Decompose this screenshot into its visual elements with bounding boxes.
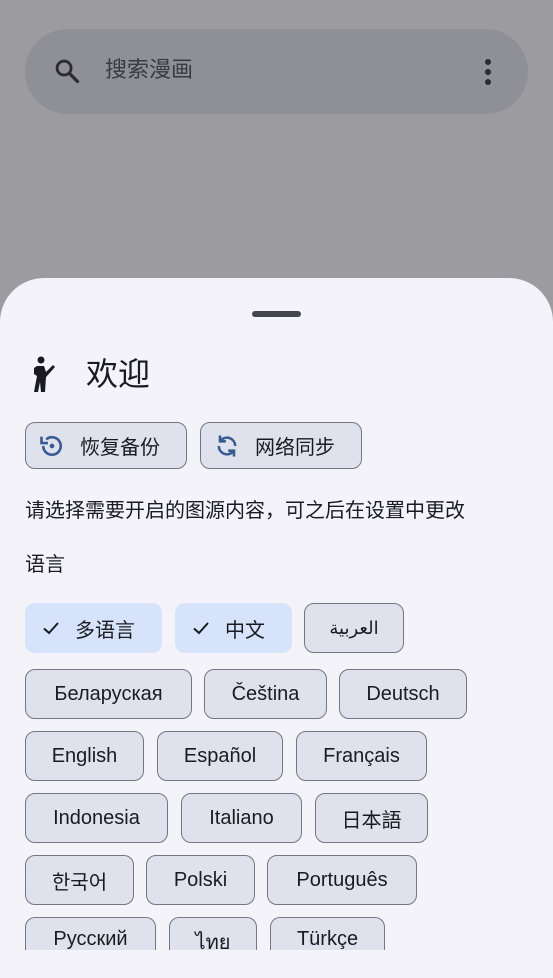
- language-chip-label: Русский: [53, 928, 128, 950]
- language-chip-spanish[interactable]: Español: [157, 731, 283, 781]
- language-chip-label: English: [51, 744, 118, 767]
- source-description: 请选择需要开启的图源内容，可之后在设置中更改: [25, 498, 465, 522]
- drag-handle[interactable]: [252, 311, 301, 317]
- language-chip-label: Français: [323, 744, 400, 767]
- check-icon: [193, 622, 209, 635]
- language-chip-italian[interactable]: Italiano: [181, 793, 302, 843]
- language-chip-portuguese[interactable]: Português: [267, 855, 417, 905]
- language-chip-multi[interactable]: 多语言: [25, 603, 162, 653]
- language-chip-indonesian[interactable]: Indonesia: [25, 793, 168, 843]
- language-chip-chinese[interactable]: 中文: [175, 603, 292, 653]
- language-chip-label: Deutsch: [366, 682, 440, 705]
- search-bar[interactable]: [25, 29, 528, 114]
- language-chip-label: Čeština: [231, 682, 300, 705]
- sync-icon: [217, 435, 237, 456]
- language-chip-label: Português: [296, 868, 388, 891]
- language-chip-label: Polski: [173, 868, 228, 891]
- search-icon[interactable]: [53, 57, 81, 85]
- language-chip-arabic[interactable]: العربية: [304, 603, 404, 653]
- language-chip-label: Español: [183, 744, 257, 767]
- language-chip-czech[interactable]: Čeština: [204, 669, 327, 719]
- language-chip-belarusian[interactable]: Беларуская: [25, 669, 192, 719]
- language-chip-russian[interactable]: Русский: [25, 917, 156, 950]
- language-chip-german[interactable]: Deutsch: [339, 669, 467, 719]
- language-chip-english[interactable]: English: [25, 731, 144, 781]
- language-chip-polish[interactable]: Polski: [146, 855, 255, 905]
- restore-backup-button[interactable]: 恢复备份: [25, 422, 187, 469]
- language-chip-label: Türkçe: [296, 928, 359, 950]
- language-chip-label: العربية: [329, 617, 379, 638]
- language-label: 语言: [25, 552, 65, 576]
- restore-backup-icon: [40, 435, 62, 456]
- language-chip-turkish[interactable]: Türkçe: [270, 917, 385, 950]
- language-chip-label: Indonesia: [53, 806, 140, 829]
- language-chip-korean[interactable]: 한국어: [25, 855, 134, 905]
- language-chip-label: 한국어: [51, 871, 108, 894]
- more-vert-icon[interactable]: [478, 57, 498, 87]
- welcome-title: 欢迎: [86, 355, 151, 393]
- language-chip-french[interactable]: Français: [296, 731, 427, 781]
- network-sync-label: 网络同步: [255, 435, 335, 459]
- welcome-person-icon: [34, 356, 55, 392]
- language-chip-label: ไทย: [195, 932, 231, 954]
- restore-backup-label: 恢复备份: [80, 435, 160, 459]
- language-chip-label: Italiano: [209, 806, 274, 829]
- network-sync-button[interactable]: 网络同步: [200, 422, 362, 469]
- language-chip-thai[interactable]: ไทย: [169, 917, 257, 954]
- language-chip-label: 日本語: [341, 809, 402, 832]
- language-chip-japanese[interactable]: 日本語: [315, 793, 428, 843]
- language-chip-label: Беларуская: [54, 682, 163, 705]
- language-chip-label: 中文: [225, 619, 265, 642]
- search-placeholder[interactable]: 搜索漫画: [105, 56, 193, 86]
- language-chip-label: 多语言: [75, 619, 135, 642]
- check-icon: [43, 622, 59, 635]
